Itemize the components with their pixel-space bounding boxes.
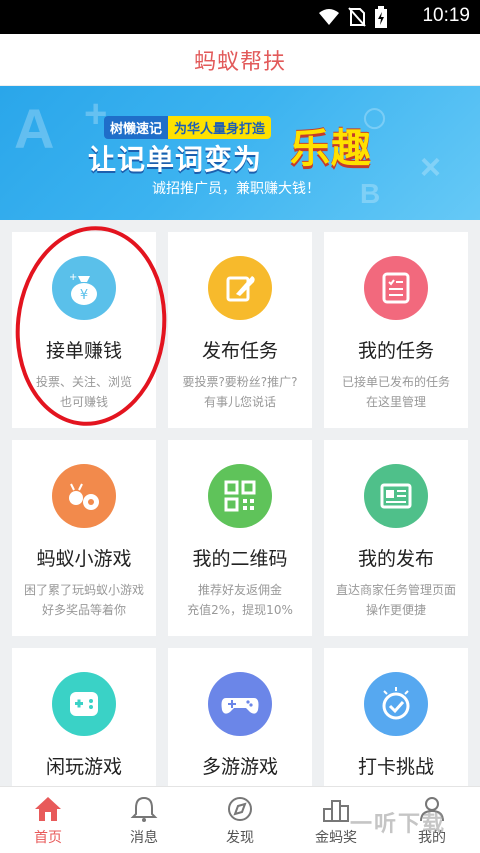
newspaper-icon — [364, 464, 428, 528]
banner-deco-b: B — [360, 178, 381, 209]
card-desc-line: 好多奖品等着你 — [41, 603, 126, 617]
svg-text:¥: ¥ — [80, 288, 88, 303]
card-desc-line: 已接单已发布的任务 — [341, 375, 450, 389]
card-desc-line: 要投票?要粉丝?推广? — [182, 375, 298, 389]
card-title: 多游游戏 — [201, 756, 278, 778]
card-desc-line: 也可赚钱 — [59, 395, 108, 409]
watermark-text: 一听下载 — [350, 812, 447, 837]
status-bar: 10:19 — [0, 0, 480, 34]
card-take-orders[interactable]: ¥ + 接单赚钱 投票、关注、浏览 也可赚钱 — [12, 232, 156, 428]
tab-home[interactable]: 首页 — [0, 787, 96, 853]
edit-feather-icon — [208, 256, 272, 320]
status-time: 10:19 — [422, 5, 470, 26]
task-list-icon — [364, 256, 428, 320]
card-title: 我的二维码 — [192, 548, 288, 570]
podium-icon — [323, 800, 349, 822]
banner-deco-a: A — [14, 97, 55, 160]
banner-headline-highlight: 乐趣 — [290, 126, 372, 172]
card-my-qr-code[interactable]: 我的二维码 推荐好友返佣金 充值2%，提现10% — [168, 440, 312, 636]
banner-deco-x: × — [420, 146, 442, 187]
card-title: 接单赚钱 — [45, 340, 122, 362]
banner-subline: 诚招推广员，兼职赚大钱！ — [152, 181, 320, 197]
promo-banner[interactable]: A + ○ × B 树懒速记 为华人量身打造 让记单词变为 乐趣 诚招推广员，兼… — [0, 86, 480, 220]
no-sim-icon — [348, 7, 366, 27]
card-title: 闲玩游戏 — [45, 756, 122, 778]
card-desc: 已接单已发布的任务 在这里管理 — [328, 372, 464, 412]
tab-label: 发现 — [226, 830, 254, 846]
tab-messages[interactable]: 消息 — [96, 787, 192, 853]
card-publish-task[interactable]: 发布任务 要投票?要粉丝?推广? 有事儿您说话 — [168, 232, 312, 428]
card-desc: 困了累了玩蚂蚁小游戏 好多奖品等着你 — [16, 580, 152, 620]
ant-game-icon — [52, 464, 116, 528]
banner-headline: 让记单词变为 — [88, 143, 263, 176]
app-header: 蚂蚁帮扶 — [0, 34, 480, 86]
card-desc-line: 操作更便捷 — [365, 603, 426, 617]
banner-tag-left: 树懒速记 — [104, 116, 169, 139]
card-title: 我的任务 — [357, 340, 434, 362]
card-desc-line: 在这里管理 — [365, 395, 426, 409]
tab-discover[interactable]: 发现 — [192, 787, 288, 853]
card-desc-line: 充值2%，提现10% — [187, 603, 293, 617]
card-title: 蚂蚁小游戏 — [36, 548, 132, 570]
card-title: 发布任务 — [201, 340, 278, 362]
qr-code-icon — [208, 464, 272, 528]
card-desc-line: 直达商家任务管理页面 — [335, 583, 456, 597]
wifi-icon — [319, 9, 339, 25]
card-ant-mini-games[interactable]: 蚂蚁小游戏 困了累了玩蚂蚁小游戏 好多奖品等着你 — [12, 440, 156, 636]
card-desc-line: 困了累了玩蚂蚁小游戏 — [23, 583, 144, 597]
card-title: 打卡挑战 — [357, 756, 434, 778]
card-desc: 要投票?要粉丝?推广? 有事儿您说话 — [172, 372, 308, 412]
svg-text:+: + — [69, 272, 77, 283]
alarm-check-icon — [364, 672, 428, 736]
card-desc: 直达商家任务管理页面 操作更便捷 — [328, 580, 464, 620]
gamepad-square-icon — [52, 672, 116, 736]
page-title: 蚂蚁帮扶 — [193, 49, 286, 75]
tab-label: 首页 — [34, 830, 62, 846]
card-desc: 推荐好友返佣金 充值2%，提现10% — [172, 580, 308, 620]
controller-icon — [208, 672, 272, 736]
battery-charging-icon — [375, 6, 387, 28]
card-desc-line: 推荐好友返佣金 — [197, 583, 282, 597]
card-my-tasks[interactable]: 我的任务 已接单已发布的任务 在这里管理 — [324, 232, 468, 428]
card-desc-line: 有事儿您说话 — [203, 395, 276, 409]
money-bag-icon: ¥ + — [52, 256, 116, 320]
card-desc: 投票、关注、浏览 也可赚钱 — [16, 372, 152, 412]
bell-icon — [130, 796, 158, 822]
tab-label: 消息 — [130, 830, 158, 846]
card-title: 我的发布 — [357, 548, 434, 570]
card-desc-line: 投票、关注、浏览 — [35, 375, 132, 389]
banner-tags: 树懒速记 为华人量身打造 — [104, 116, 272, 139]
compass-icon — [228, 797, 252, 821]
banner-tag-right: 为华人量身打造 — [168, 116, 272, 139]
card-my-posts[interactable]: 我的发布 直达商家任务管理页面 操作更便捷 — [324, 440, 468, 636]
home-icon — [35, 797, 61, 821]
status-icons — [318, 6, 388, 28]
